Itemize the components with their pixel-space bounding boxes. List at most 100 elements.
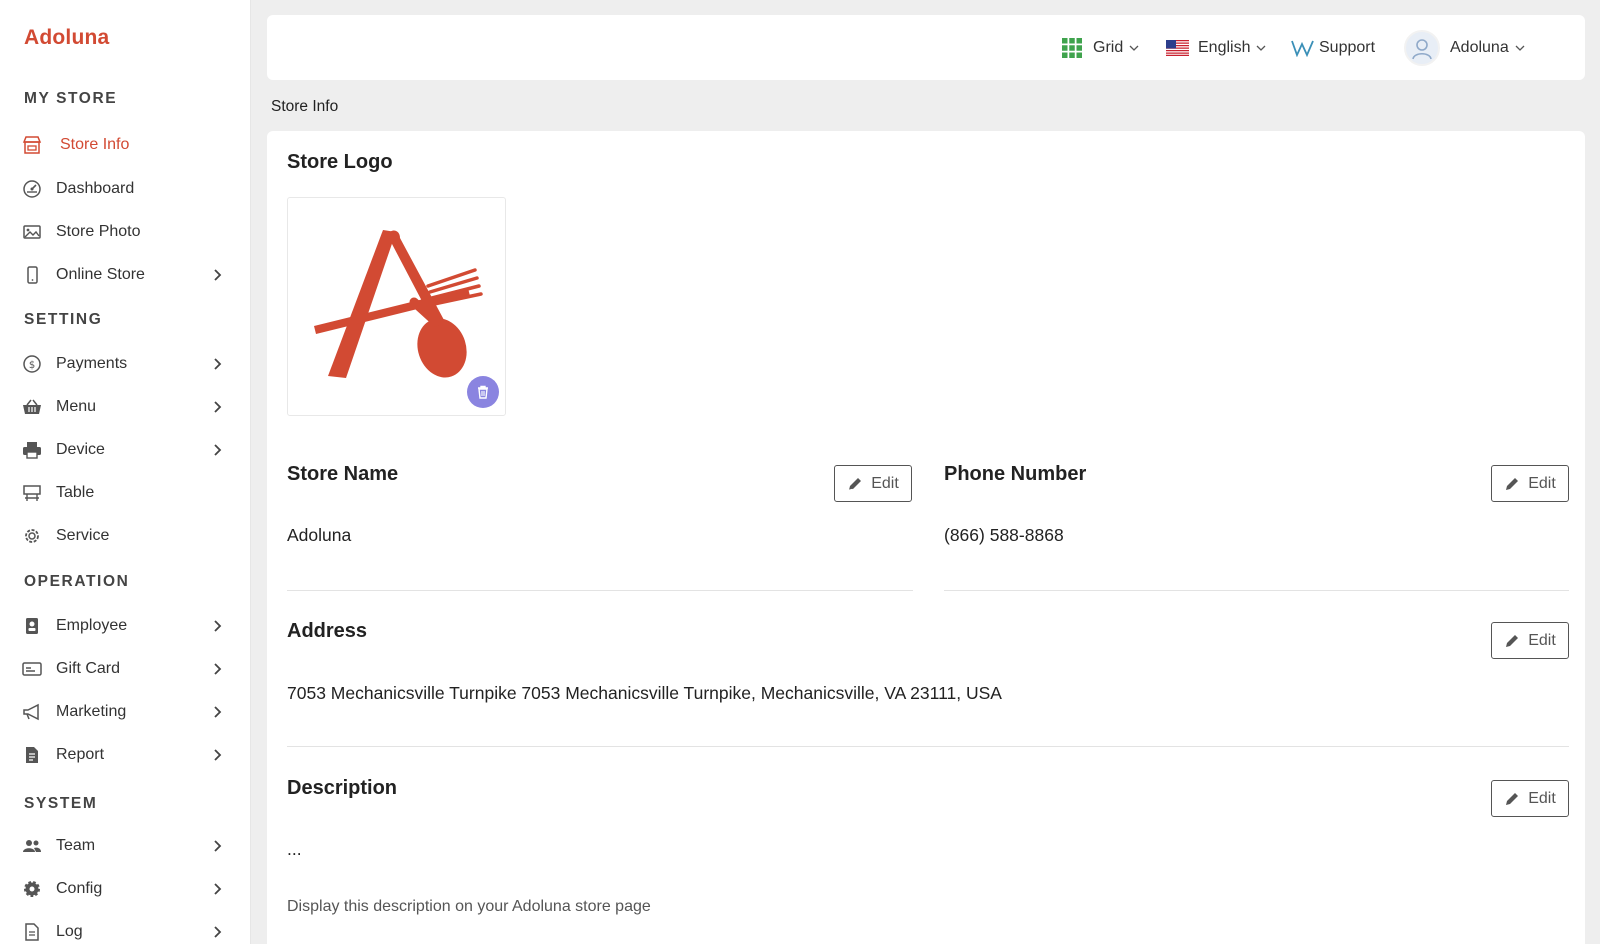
grid-icon [1062,37,1082,58]
sidebar-item-label: Device [56,441,105,458]
pencil-icon [849,477,862,490]
sidebar-item-store-photo[interactable]: Store Photo [0,214,250,250]
chevron-right-icon [214,706,222,718]
gauge-icon [22,180,42,198]
sidebar-item-label: Menu [56,398,97,415]
chevron-right-icon [214,926,222,938]
store-info-card: Store Logo Store Name Edit Adoluna Phone… [267,131,1585,944]
sidebar-item-store-info[interactable]: Store Info [0,127,250,163]
edit-label: Edit [1528,474,1556,492]
sidebar-item-online-store[interactable]: Online Store [0,257,250,293]
us-flag-icon [1166,39,1189,56]
edit-description-button[interactable]: Edit [1491,780,1569,817]
table-icon [22,484,42,502]
sidebar-item-label: Service [56,527,110,544]
chevron-right-icon [214,444,222,456]
edit-address-button[interactable]: Edit [1491,622,1569,659]
store-icon [22,136,42,154]
sidebar-item-label: Report [56,746,105,763]
sidebar-item-label: Dashboard [56,180,135,197]
sidebar-item-team[interactable]: Team [0,828,250,864]
section-title-my-store: MY STORE [24,90,118,107]
sidebar-item-log[interactable]: Log [0,914,250,944]
sidebar-item-report[interactable]: Report [0,737,250,773]
chevron-down-icon [1515,45,1525,51]
language-selector[interactable]: English [1166,15,1266,80]
grid-label: Grid [1093,38,1124,56]
divider [287,746,1569,747]
report-document-icon [22,746,42,764]
users-icon [22,837,42,855]
store-name-heading: Store Name [287,463,399,485]
brand-logo-text[interactable]: Adoluna [24,26,109,50]
sidebar-item-label: Marketing [56,703,127,720]
pencil-icon [1506,792,1519,805]
store-logo-heading: Store Logo [287,151,393,173]
description-hint: Display this description on your Adoluna… [287,898,651,915]
chevron-right-icon [214,883,222,895]
language-label: English [1198,38,1251,56]
printer-icon [22,441,42,459]
sidebar-item-gift-card[interactable]: Gift Card [0,651,250,687]
support-link[interactable]: Support [1291,15,1375,80]
sidebar-item-marketing[interactable]: Marketing [0,694,250,730]
sidebar-item-employee[interactable]: Employee [0,608,250,644]
address-value: 7053 Mechanicsville Turnpike 7053 Mechan… [287,683,1002,703]
sidebar-item-service[interactable]: Service [0,518,250,554]
file-icon [22,923,42,941]
sidebar-item-table[interactable]: Table [0,475,250,511]
edit-store-name-button[interactable]: Edit [834,465,912,502]
pencil-icon [1506,634,1519,647]
top-bar: Grid English Support Adoluna [267,15,1585,80]
store-logo-image[interactable] [287,197,506,416]
description-value: ... [287,839,302,859]
phone-number-value: (866) 588-8868 [944,525,1064,545]
divider [287,590,913,591]
user-avatar-icon [1404,29,1440,66]
sidebar-item-label: Config [56,880,103,897]
chevron-right-icon [214,358,222,370]
sidebar-item-label: Gift Card [56,660,121,677]
sidebar-item-label: Online Store [56,266,145,283]
sidebar-item-dashboard[interactable]: Dashboard [0,171,250,207]
sidebar-item-payments[interactable]: $ Payments [0,346,250,382]
edit-label: Edit [871,474,899,492]
delete-logo-button[interactable] [467,376,499,408]
sidebar: Adoluna MY STORE Store Info Dashboard St… [0,0,251,944]
edit-phone-number-button[interactable]: Edit [1491,465,1569,502]
trash-icon [478,385,488,399]
store-name-value: Adoluna [287,525,352,545]
sidebar-item-label: Log [56,923,83,940]
pencil-icon [1506,477,1519,490]
sidebar-item-label: Payments [56,355,128,372]
photo-icon [22,223,42,241]
sidebar-item-config[interactable]: Config [0,871,250,907]
svg-text:$: $ [29,360,35,371]
gear-icon [22,880,42,898]
dollar-coin-icon: $ [22,355,42,373]
gift-card-icon [22,660,42,678]
grid-selector[interactable]: Grid [1061,15,1139,80]
section-title-setting: SETTING [24,311,103,328]
divider [944,590,1569,591]
edit-label: Edit [1528,789,1556,807]
chevron-right-icon [214,840,222,852]
user-name-label: Adoluna [1450,38,1509,56]
sidebar-item-device[interactable]: Device [0,432,250,468]
w-logo-icon [1291,40,1314,57]
basket-icon [22,398,42,416]
breadcrumb: Store Info [271,98,339,115]
chevron-right-icon [214,620,222,632]
megaphone-icon [22,703,42,721]
chevron-right-icon [214,401,222,413]
edit-label: Edit [1528,631,1556,649]
gear-outline-icon [22,527,42,545]
sidebar-item-menu[interactable]: Menu [0,389,250,425]
description-heading: Description [287,777,398,799]
sidebar-item-label: Table [56,484,95,501]
chevron-down-icon [1129,45,1139,51]
sidebar-item-label: Store Photo [56,223,141,240]
chevron-right-icon [214,269,222,281]
chevron-down-icon [1257,45,1266,51]
user-menu[interactable]: Adoluna [1404,15,1525,80]
